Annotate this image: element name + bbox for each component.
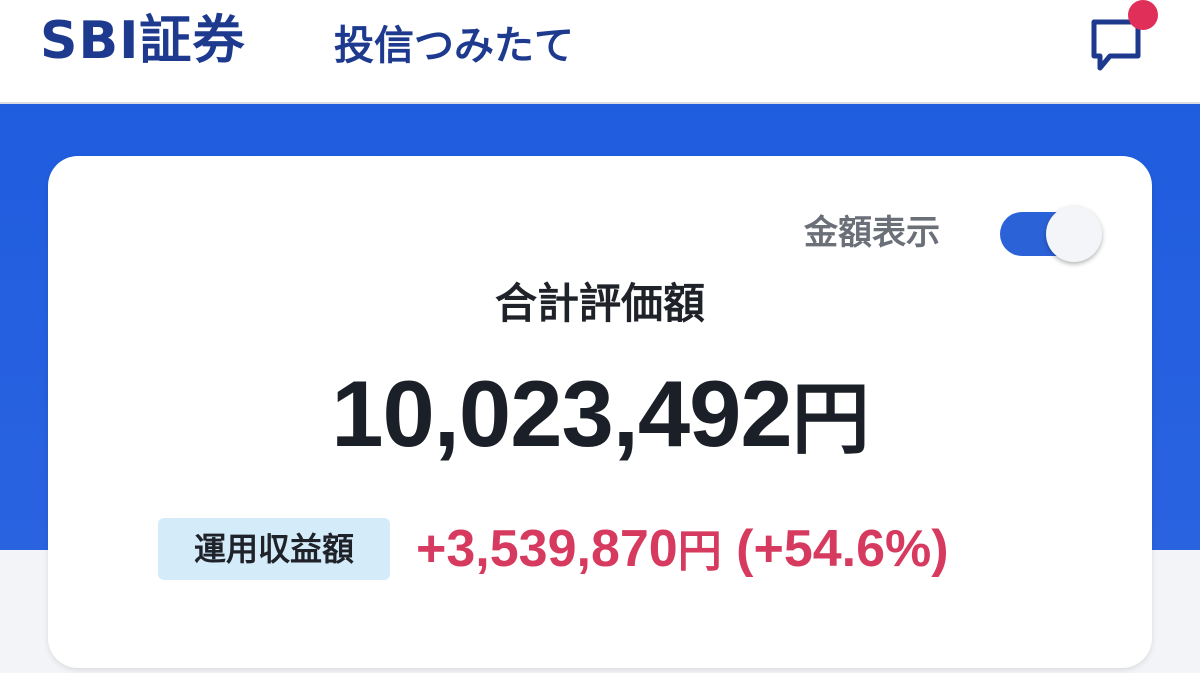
profit-percent: (+54.6%) xyxy=(736,520,949,578)
amount-display-toggle[interactable] xyxy=(1000,206,1102,262)
toggle-knob xyxy=(1046,206,1102,262)
profit-unit: 円 xyxy=(677,526,722,577)
profit-value: +3,539,870円 (+54.6%) xyxy=(416,516,949,585)
brand-logo: SBI証券 xyxy=(40,11,246,71)
total-valuation-label: 合計評価額 xyxy=(494,279,705,328)
total-amount-value: 10,023,492 xyxy=(331,361,792,466)
profit-amount: +3,539,870 xyxy=(416,520,678,578)
app-header: SBI証券 投信つみたて xyxy=(0,0,1200,104)
messages-button[interactable] xyxy=(1080,0,1160,78)
total-valuation-amount: 10,023,492円 xyxy=(48,354,1152,480)
app-title: 投信つみたて xyxy=(334,23,574,69)
summary-card: 金額表示 合計評価額 10,023,492円 運用収益額 +3,539,870円… xyxy=(48,156,1152,668)
amount-display-label: 金額表示 xyxy=(804,213,940,253)
profit-label-badge: 運用収益額 xyxy=(158,518,390,580)
total-amount-unit: 円 xyxy=(791,375,870,465)
notification-dot xyxy=(1128,0,1158,30)
